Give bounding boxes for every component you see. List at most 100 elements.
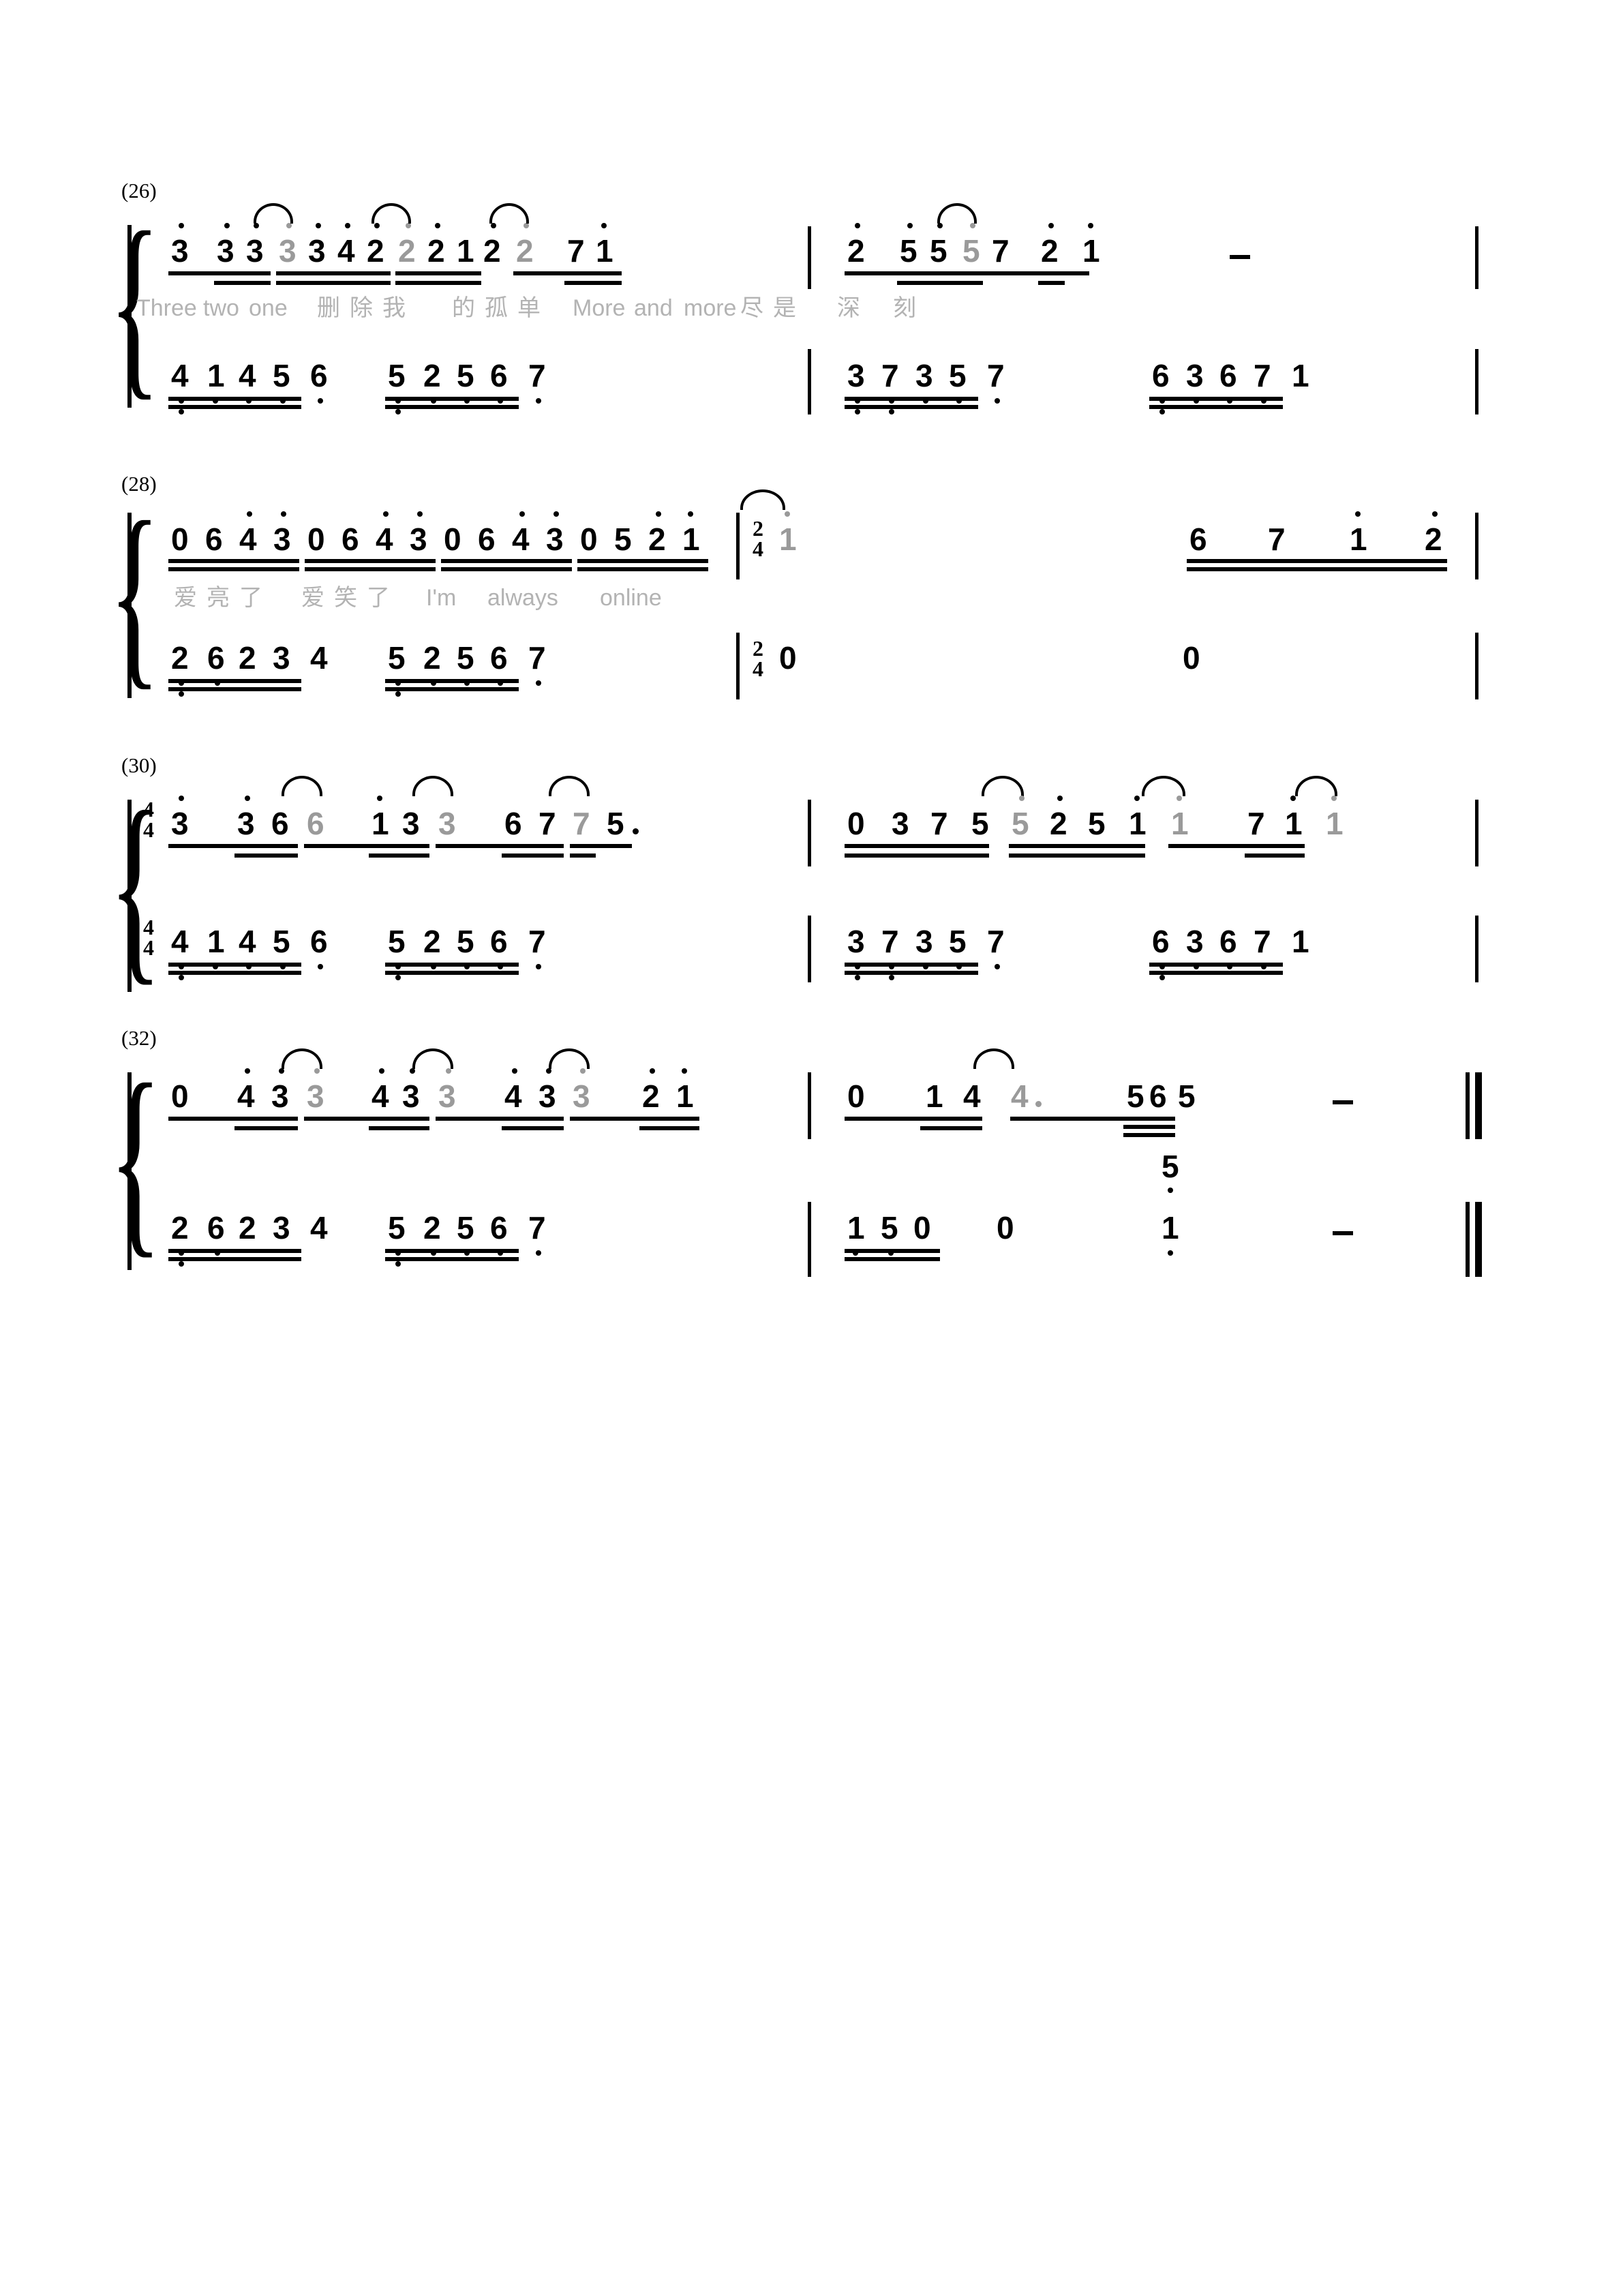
lyric-token: 刻 — [893, 295, 916, 321]
augmentation-dot — [633, 828, 639, 834]
note: 2 — [171, 640, 189, 676]
beam — [1123, 1133, 1175, 1137]
note: 6 — [490, 924, 508, 959]
time-sig-denominator: 4 — [143, 935, 154, 960]
beam — [395, 281, 481, 285]
note: 4 — [337, 233, 355, 269]
octave-up-dot — [1019, 796, 1025, 801]
octave-up-dot — [682, 1068, 687, 1074]
octave-up-dot — [410, 1068, 415, 1074]
octave-down-dot — [395, 1261, 401, 1267]
note: 7 — [567, 233, 585, 269]
note: 7 — [528, 358, 546, 393]
beam — [1123, 1125, 1175, 1129]
note: 1 — [1082, 233, 1100, 269]
note: 6 — [207, 640, 225, 676]
note: 2 — [423, 924, 441, 959]
note-tied: 3 — [573, 1078, 590, 1114]
beam — [436, 844, 564, 848]
octave-down-dot — [395, 409, 401, 414]
note: 0 — [444, 522, 461, 557]
note: 3 — [217, 233, 234, 269]
note: 0 — [171, 522, 189, 557]
time-signature-treble: 4 4 — [136, 798, 161, 841]
note: 1 — [207, 358, 225, 393]
note: 0 — [580, 522, 598, 557]
note: 2 — [423, 1210, 441, 1245]
system-start-barline — [127, 225, 132, 408]
time-sig-denominator: 4 — [753, 537, 763, 561]
note: 1 — [847, 1210, 865, 1245]
system-end-barline — [1475, 349, 1478, 414]
note: 2 — [239, 1210, 256, 1245]
octave-down-dot — [1159, 409, 1165, 414]
beam — [1038, 281, 1065, 285]
lyric-token: 删 — [317, 295, 340, 321]
beam — [168, 1249, 301, 1253]
grand-staff-brace: { — [109, 480, 160, 706]
octave-up-dot — [1057, 796, 1063, 801]
note: 7 — [881, 924, 899, 959]
beam — [369, 854, 429, 858]
note: 4 — [371, 1078, 389, 1114]
note: 5 — [388, 640, 406, 676]
tie — [549, 776, 590, 796]
note-tied: 4 — [1011, 1078, 1029, 1114]
note: 4 — [310, 1210, 328, 1245]
beam — [214, 281, 271, 285]
octave-up-dot — [1134, 796, 1140, 801]
note-tied: 2 — [516, 233, 534, 269]
beam — [441, 559, 572, 563]
barline — [808, 916, 811, 982]
note: 6 — [490, 1210, 508, 1245]
note: 1 — [682, 522, 700, 557]
beam — [564, 281, 622, 285]
octave-up-dot — [656, 511, 661, 517]
time-sig-denominator: 4 — [753, 656, 763, 681]
note: 3 — [171, 806, 189, 841]
note: 7 — [528, 924, 546, 959]
lyric-token: 的 — [452, 295, 475, 321]
beam — [385, 1249, 519, 1253]
lyric-token: 了 — [367, 585, 390, 611]
lyric-token: 亮 — [207, 585, 230, 611]
note: 3 — [1186, 358, 1204, 393]
note: 6 — [1219, 924, 1237, 959]
lyric-token: 单 — [517, 295, 541, 321]
beam — [570, 1117, 699, 1121]
note: 3 — [246, 233, 264, 269]
note-tied: 2 — [398, 233, 416, 269]
system-end-barline — [1475, 226, 1478, 289]
note: 5 — [607, 806, 624, 841]
beam — [369, 1126, 429, 1130]
octave-up-dot — [417, 511, 423, 517]
note: 5 — [1127, 1078, 1144, 1114]
note: 5 — [971, 806, 989, 841]
note: 2 — [847, 233, 865, 269]
octave-up-dot — [406, 223, 411, 228]
octave-down-dot — [536, 680, 541, 686]
note-tied: 3 — [307, 1078, 324, 1114]
beam — [960, 271, 1089, 275]
lyric-token: 孤 — [485, 295, 508, 321]
octave-up-dot — [254, 223, 259, 228]
tie — [371, 203, 411, 224]
beam — [845, 271, 975, 275]
note: 0 — [997, 1210, 1014, 1245]
note: 2 — [427, 233, 445, 269]
note: 7 — [987, 924, 1005, 959]
beam — [385, 679, 519, 683]
note: 4 — [237, 1078, 255, 1114]
beam — [441, 567, 572, 571]
beam — [1149, 963, 1283, 967]
note: 7 — [528, 640, 546, 676]
note: 1 — [1292, 924, 1309, 959]
note: 5 — [273, 924, 290, 959]
tie — [254, 203, 293, 224]
beam — [1009, 844, 1145, 848]
note: 5 — [273, 358, 290, 393]
tie — [282, 1048, 322, 1069]
note: 5 — [457, 640, 474, 676]
beam — [1187, 559, 1447, 563]
beam — [385, 971, 519, 975]
